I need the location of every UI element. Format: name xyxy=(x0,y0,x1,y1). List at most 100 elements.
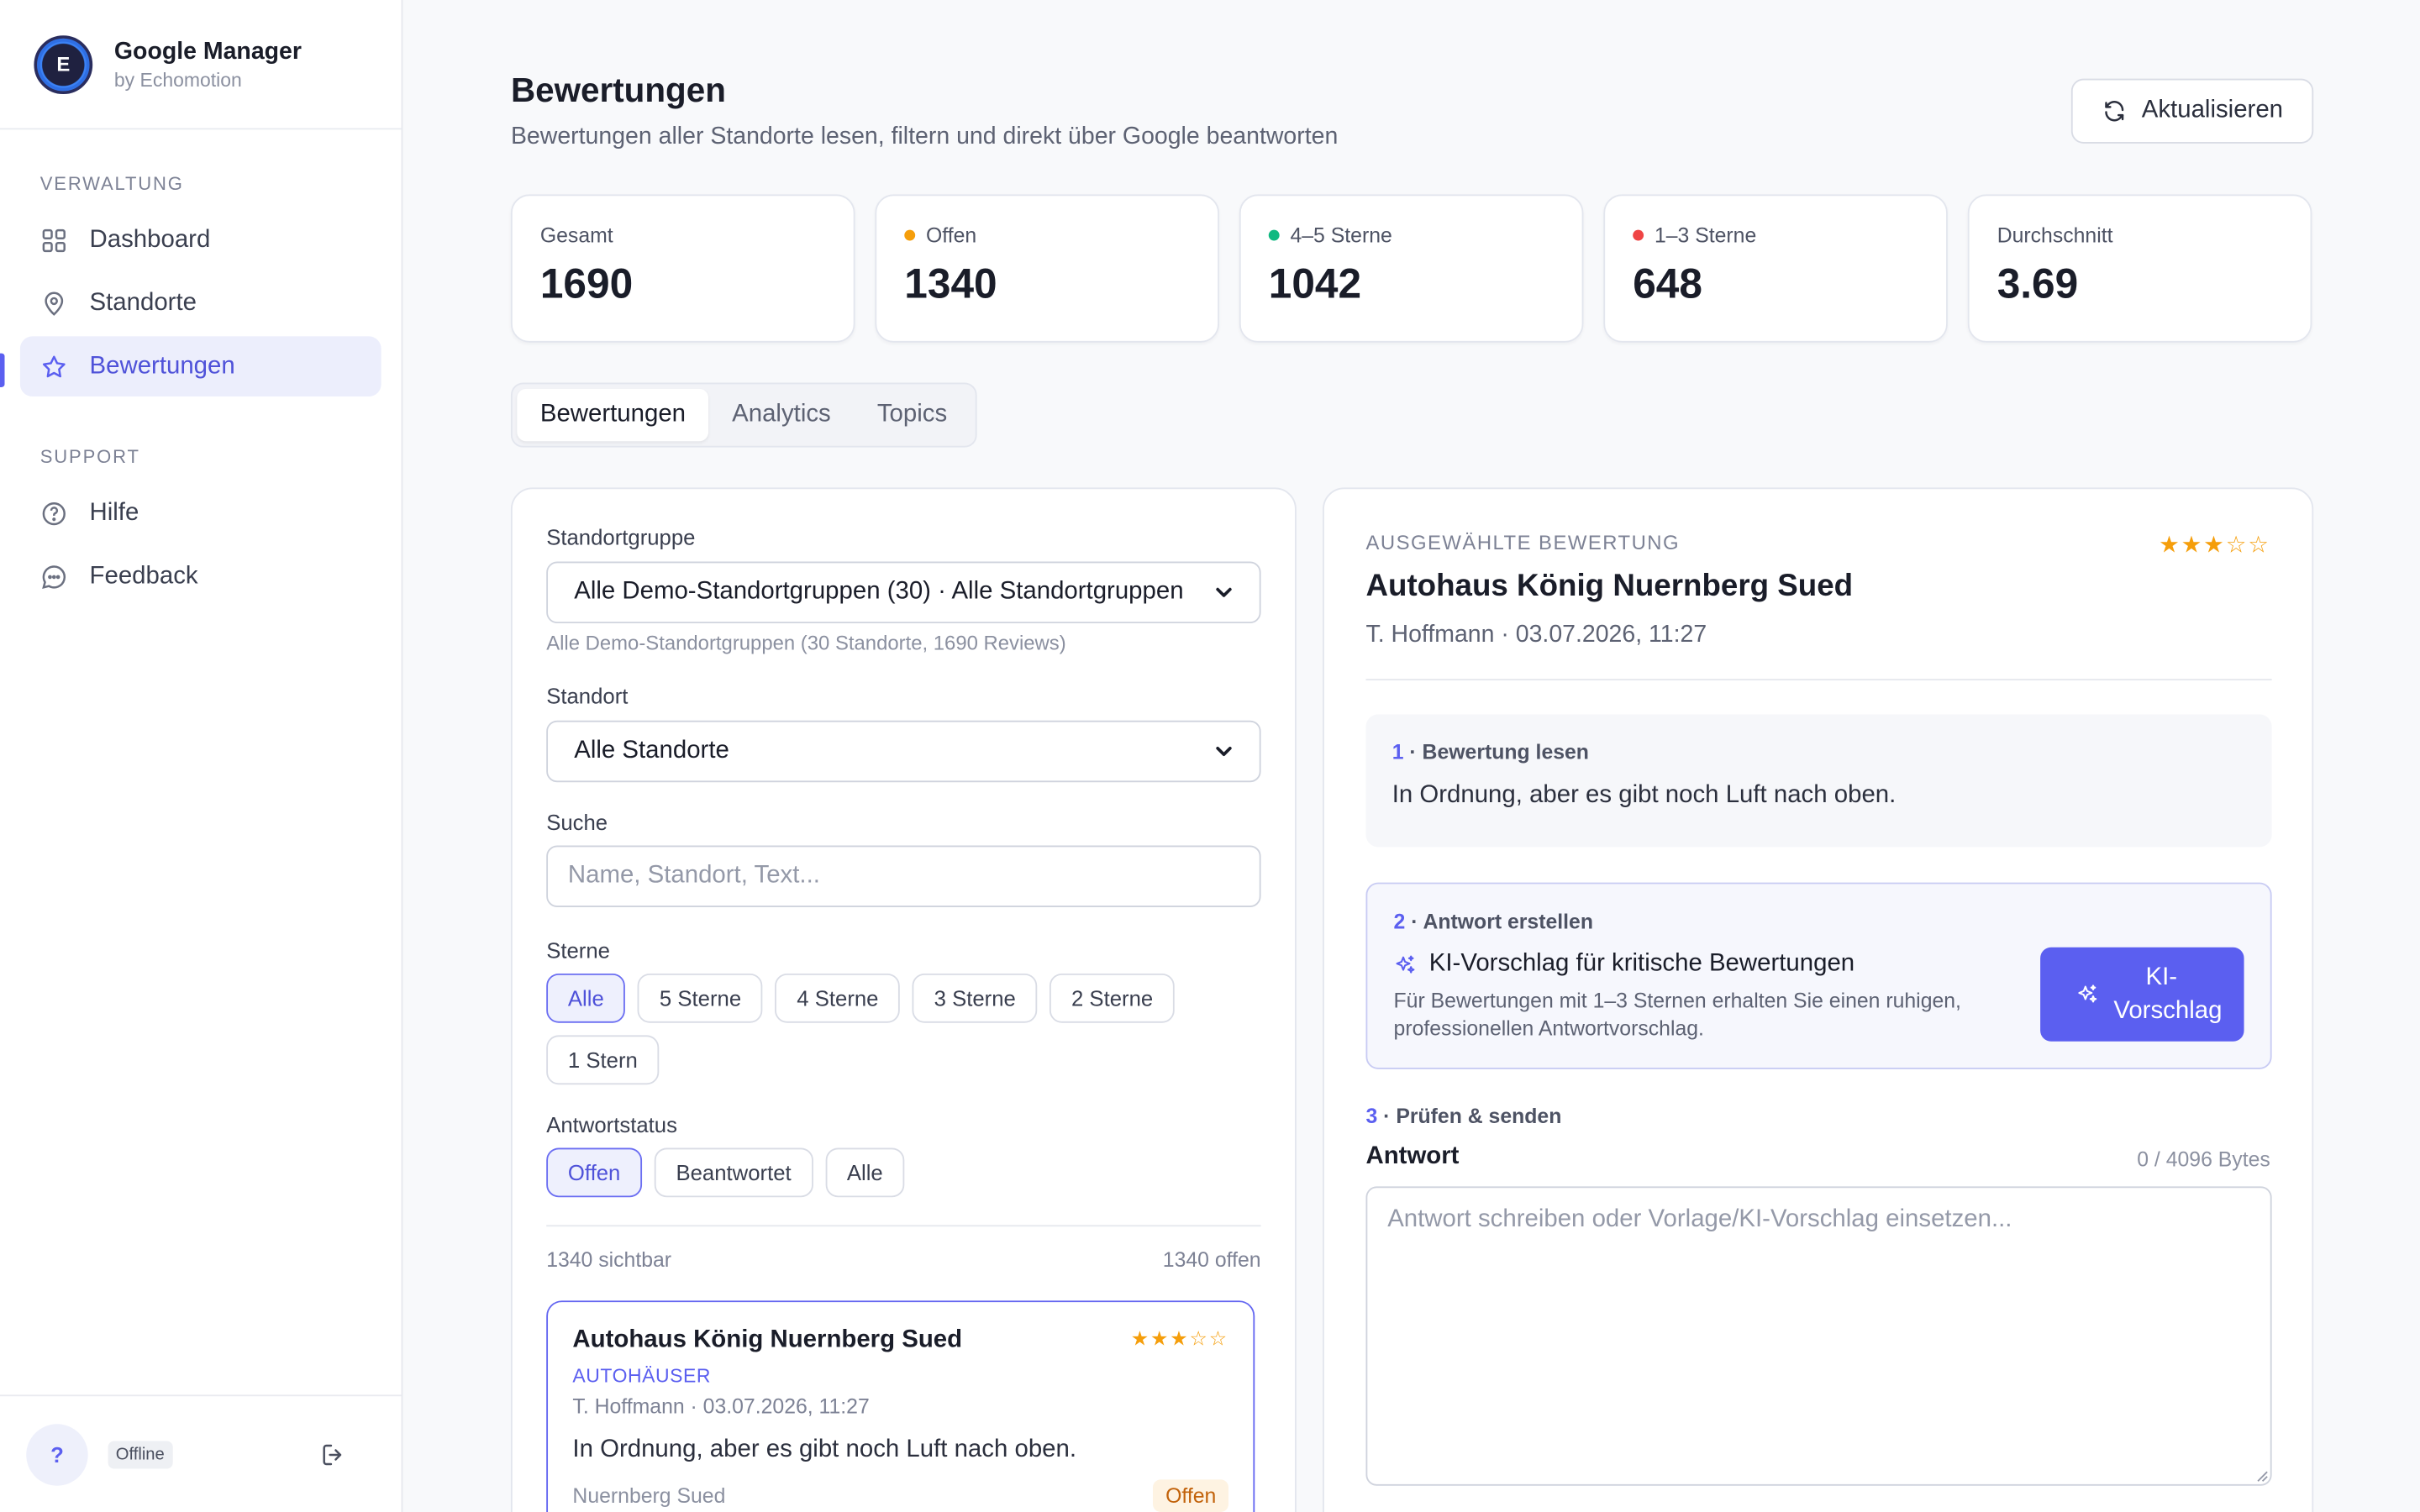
chip-stars-all[interactable]: Alle xyxy=(546,973,626,1023)
ai-title-text: KI-Vorschlag für kritische Bewertungen xyxy=(1428,950,1855,977)
status-filter-chips: Offen Beantwortet Alle xyxy=(546,1147,1260,1198)
chip-status-all[interactable]: Alle xyxy=(825,1147,905,1198)
sidebar-item-bewertungen[interactable]: Bewertungen xyxy=(19,336,381,397)
message-icon xyxy=(42,564,66,589)
divider xyxy=(1365,679,2272,680)
logout-icon[interactable] xyxy=(319,1441,347,1468)
refresh-button[interactable]: Aktualisieren xyxy=(2070,78,2314,144)
tab-bewertungen[interactable]: Bewertungen xyxy=(517,388,709,442)
standort-select[interactable]: Alle Standorte xyxy=(546,720,1261,783)
sterne-label: Sterne xyxy=(546,937,610,963)
review-detail-panel: AUSGEWÄHLTE BEWERTUNG ★★★☆☆ Autohaus Kön… xyxy=(1323,487,2314,1512)
tab-analytics[interactable]: Analytics xyxy=(709,389,855,441)
tab-topics[interactable]: Topics xyxy=(854,389,970,441)
search-input[interactable] xyxy=(546,845,1261,907)
sidebar-item-feedback[interactable]: Feedback xyxy=(20,546,381,606)
standortgruppe-label: Standortgruppe xyxy=(546,524,696,549)
review-category: AUTOHÄUSER xyxy=(572,1365,711,1388)
antwortstatus-label: Antwortstatus xyxy=(546,1112,677,1137)
chip-status-open[interactable]: Offen xyxy=(546,1147,643,1198)
sidebar-item-label: Standorte xyxy=(89,289,197,316)
chevron-down-icon xyxy=(1216,746,1232,756)
star-filter-chips: Alle 5 Sterne 4 Sterne 3 Sterne 2 Sterne… xyxy=(546,973,1260,1085)
grid-icon xyxy=(42,228,66,252)
main-content: Bewertungen Bewertungen aller Standorte … xyxy=(402,0,2420,1512)
detail-overline: AUSGEWÄHLTE BEWERTUNG xyxy=(1365,530,1681,554)
brand-header: E Google Manager by Echomotion xyxy=(0,0,402,130)
nav-heading-support: SUPPORT xyxy=(39,445,140,468)
chip-stars-3[interactable]: 3 Sterne xyxy=(912,973,1038,1023)
step-title: · Prüfen & senden xyxy=(1377,1105,1562,1128)
standortgruppe-helper: Alle Demo-Standortgruppen (30 Standorte,… xyxy=(546,631,1066,654)
stat-card-low-rating: 1–3 Sterne 648 xyxy=(1603,194,1948,343)
chip-stars-4[interactable]: 4 Sterne xyxy=(775,973,901,1023)
result-counts: 1340 sichtbar 1340 offen xyxy=(546,1248,1260,1272)
review-location: Nuernberg Sued xyxy=(572,1483,726,1508)
stat-value: 1042 xyxy=(1268,260,1362,307)
help-button[interactable]: ? xyxy=(26,1423,88,1485)
stat-label: Gesamt xyxy=(539,223,613,247)
divider xyxy=(546,1225,1261,1227)
status-badge: Offline xyxy=(108,1440,172,1468)
refresh-label: Aktualisieren xyxy=(2141,97,2284,123)
step-number: 3 xyxy=(1365,1105,1378,1128)
ai-suggestion-description: Für Bewertungen mit 1–3 Sternen erhalten… xyxy=(1393,989,1961,1040)
brand-subtitle: by Echomotion xyxy=(113,68,242,91)
sparkle-icon xyxy=(2077,984,2096,1003)
stat-value: 1340 xyxy=(904,260,997,307)
sidebar-item-hilfe[interactable]: Hilfe xyxy=(20,483,381,543)
map-pin-icon xyxy=(45,291,64,315)
sidebar-item-label: Bewertungen xyxy=(89,352,235,379)
stat-card-open: Offen 1340 xyxy=(875,194,1219,343)
active-nav-indicator xyxy=(0,353,5,388)
standortgruppe-select[interactable]: Alle Demo-Standortgruppen (30) · Alle St… xyxy=(546,561,1261,624)
refresh-icon xyxy=(2104,101,2123,122)
step-title: · Bewertung lesen xyxy=(1403,740,1589,764)
step-create-answer: 2 · Antwort erstellen KI-Vorschlag für k… xyxy=(1365,882,2272,1069)
stat-label: 4–5 Sterne xyxy=(1290,223,1392,247)
stat-value: 1690 xyxy=(539,260,634,307)
byte-counter: 0 / 4096 Bytes xyxy=(2137,1147,2270,1172)
status-dot xyxy=(1633,229,1644,241)
status-badge: Offen xyxy=(1153,1479,1229,1512)
step-number: 1 xyxy=(1392,740,1404,764)
stat-label: 1–3 Sterne xyxy=(1654,223,1757,247)
resize-handle-icon[interactable] xyxy=(2256,1470,2269,1483)
review-text: In Ordnung, aber es gibt noch Luft nach … xyxy=(572,1436,1077,1463)
detail-title: Autohaus König Nuernberg Sued xyxy=(1365,569,1854,604)
detail-meta: T. Hoffmann · 03.07.2026, 11:27 xyxy=(1365,622,1707,648)
status-dot xyxy=(1268,229,1280,241)
sidebar-item-standorte[interactable]: Standorte xyxy=(20,273,381,333)
nav-heading-verwaltung: VERWALTUNG xyxy=(39,172,184,195)
sidebar-item-dashboard[interactable]: Dashboard xyxy=(20,210,381,270)
visible-count: 1340 sichtbar xyxy=(546,1247,672,1272)
chevron-down-icon xyxy=(1216,587,1232,597)
stat-value: 3.69 xyxy=(1996,260,2079,307)
stat-card-average: Durchschnitt 3.69 xyxy=(1967,194,2312,343)
page-title: Bewertungen xyxy=(510,71,726,110)
chip-stars-2[interactable]: 2 Sterne xyxy=(1050,973,1175,1023)
step-label: 2 · Antwort erstellen xyxy=(1394,911,2244,934)
standort-label: Standort xyxy=(546,683,629,709)
star-rating: ★★★☆☆ xyxy=(2159,532,2270,559)
stat-label: Durchschnitt xyxy=(1996,223,2113,247)
ai-suggestion-button[interactable]: KI-Vorschlag xyxy=(2040,947,2244,1042)
star-rating: ★★★☆☆ xyxy=(1130,1326,1229,1351)
review-meta: T. Hoffmann · 03.07.2026, 11:27 xyxy=(572,1394,870,1418)
stat-label: Offen xyxy=(926,223,977,247)
stat-value: 648 xyxy=(1633,260,1702,307)
step-read-review: 1 · Bewertung lesen In Ordnung, aber es … xyxy=(1365,714,2272,848)
chip-stars-5[interactable]: 5 Sterne xyxy=(638,973,763,1023)
page-subtitle: Bewertungen aller Standorte lesen, filte… xyxy=(510,123,1339,150)
step-review-send: 3 · Prüfen & senden xyxy=(1365,1105,1561,1128)
sidebar: E Google Manager by Echomotion VERWALTUN… xyxy=(0,0,403,1512)
chip-status-answered[interactable]: Beantwortet xyxy=(654,1147,813,1198)
answer-textarea[interactable] xyxy=(1365,1186,2272,1486)
suche-label: Suche xyxy=(546,810,608,835)
review-list-item[interactable]: Autohaus König Nuernberg Sued ★★★☆☆ AUTO… xyxy=(546,1300,1255,1512)
stats-row: Gesamt 1690 Offen 1340 4–5 Sterne 1042 1… xyxy=(510,194,2312,343)
filter-panel: Standortgruppe Alle Demo-Standortgruppen… xyxy=(510,487,1297,1512)
stat-card-high-rating: 4–5 Sterne 1042 xyxy=(1239,194,1584,343)
chip-stars-1[interactable]: 1 Stern xyxy=(546,1035,660,1085)
brand-title: Google Manager xyxy=(113,37,302,65)
